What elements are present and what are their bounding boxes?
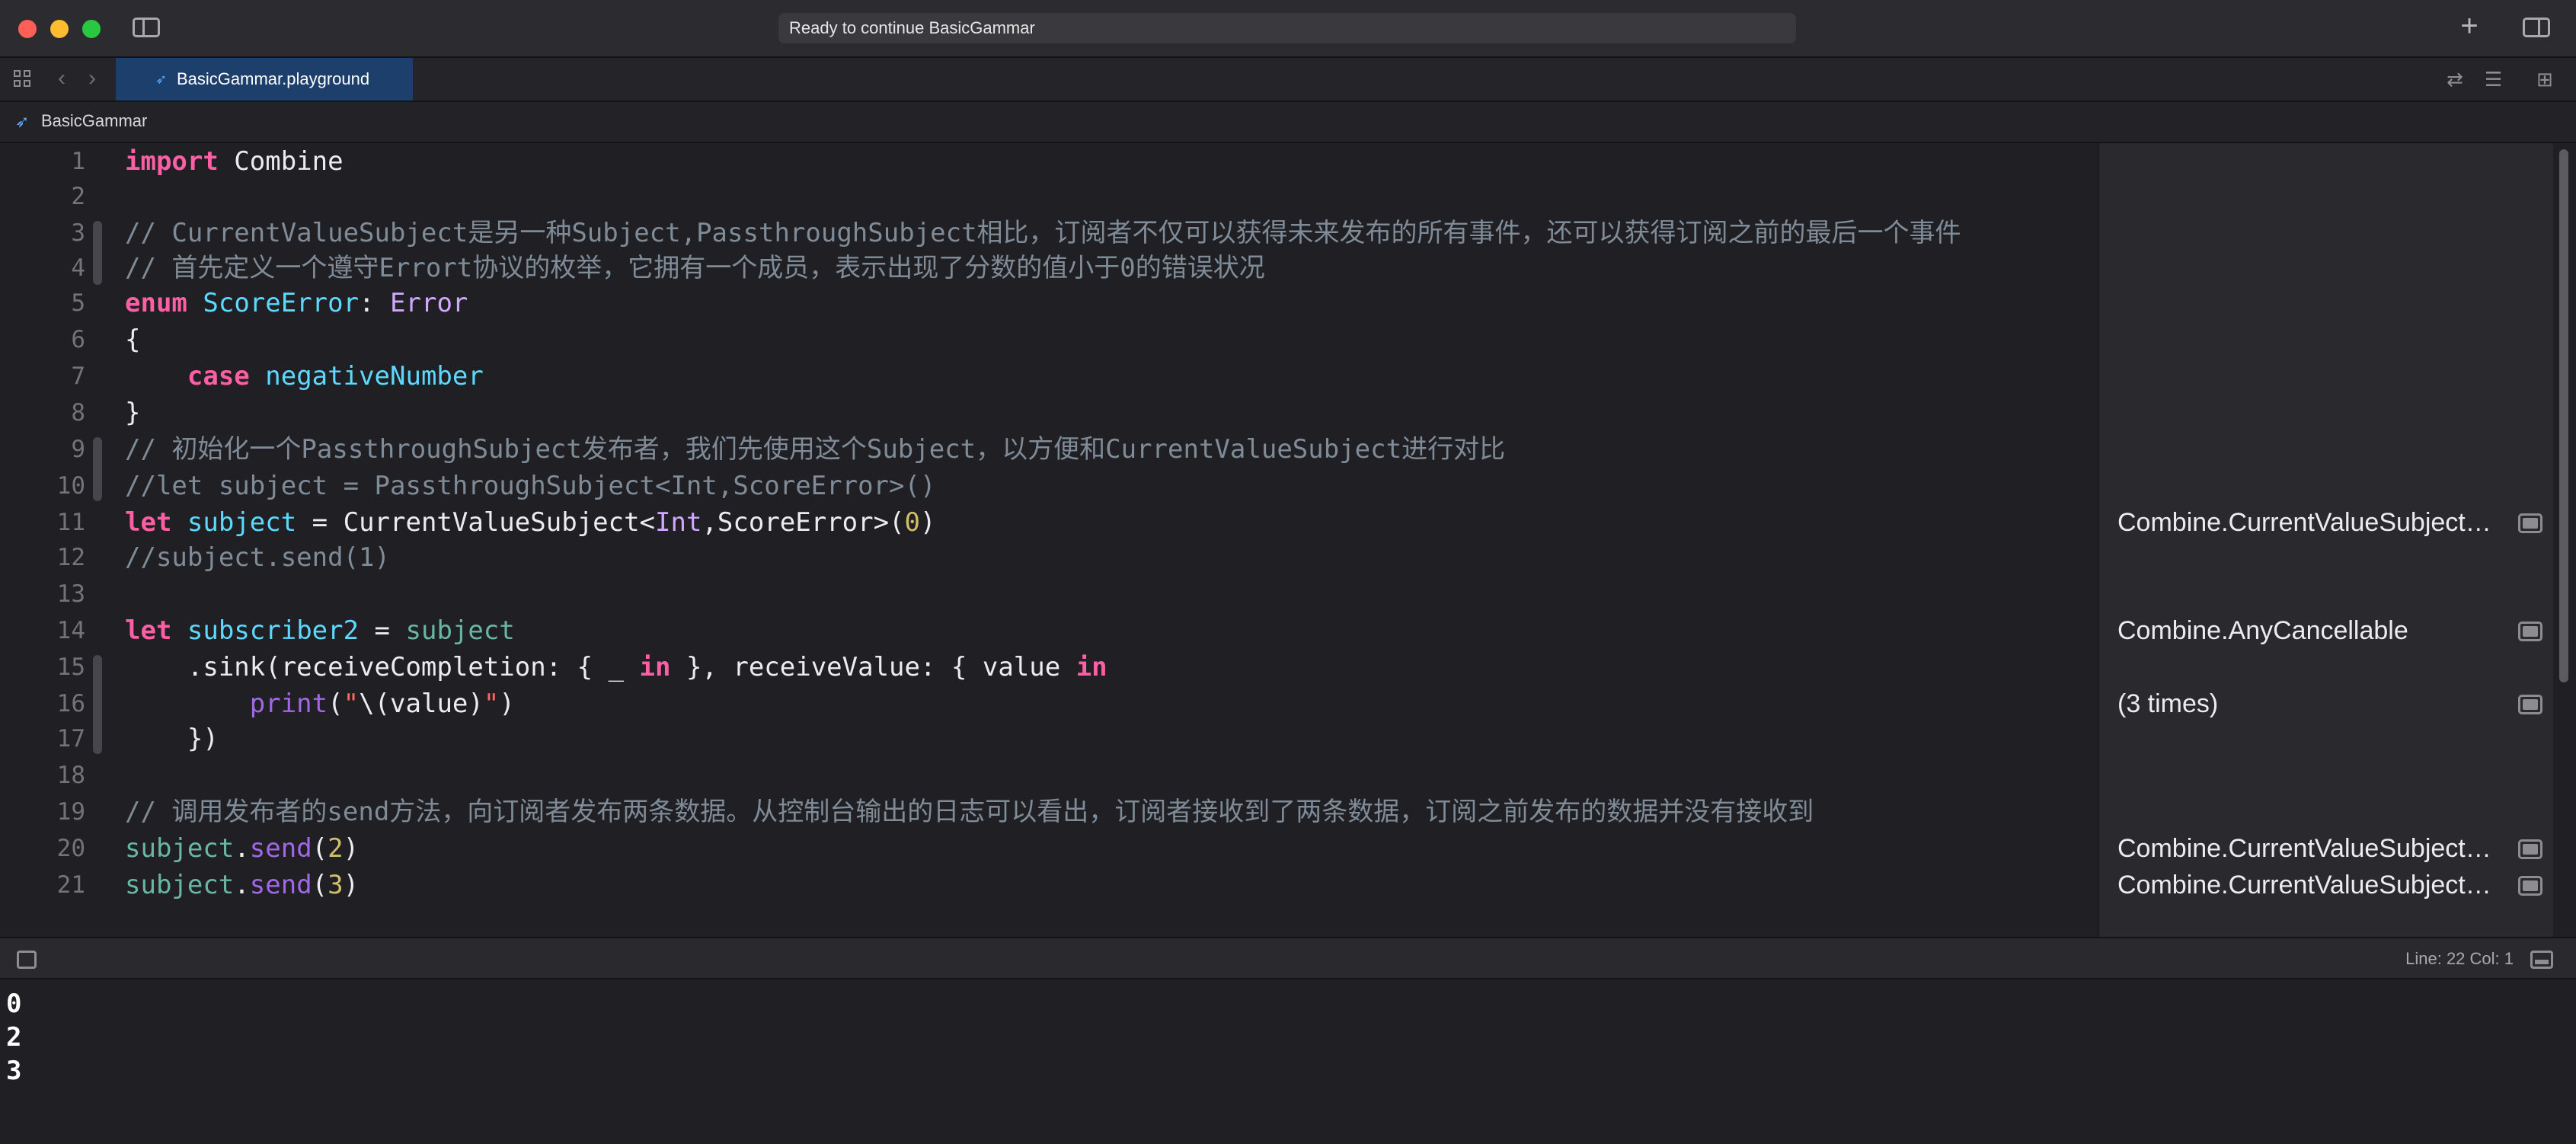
code-line-17: }) <box>187 724 219 754</box>
inspector-toggle-icon[interactable] <box>2523 18 2550 37</box>
line-number: 21 <box>56 871 85 899</box>
line-number: 10 <box>56 472 85 500</box>
line-number: 12 <box>56 544 85 571</box>
source-editor[interactable]: 1 2 3 4 5 6 7 8 9 10 11 12 13 14 15 16 1… <box>0 143 2098 937</box>
result-row: Combine.CurrentValueSubject<Int, ScoreEr… <box>2108 867 2550 903</box>
code-line-8: } <box>125 398 141 428</box>
add-editor-icon[interactable]: ⊞ <box>2536 67 2553 91</box>
result-row: Combine.CurrentValueSubject<Int, ScoreEr… <box>2108 504 2550 541</box>
code-line-11: let subject = CurrentValueSubject<Int,Sc… <box>125 507 936 538</box>
line-number: 7 <box>71 363 85 390</box>
line-number: 17 <box>56 725 85 753</box>
debug-bar: Line: 22 Col: 1 <box>0 937 2576 979</box>
console-toggle-icon[interactable] <box>2530 951 2553 969</box>
code-line-1: import Combine <box>125 146 344 177</box>
vertical-scrollbar[interactable] <box>2553 143 2576 937</box>
editor-options-icon[interactable]: ☰ <box>2485 67 2502 91</box>
chevron-right-icon[interactable]: › <box>88 66 96 91</box>
result-value: Combine.CurrentValueSubject<Int, ScoreEr… <box>2117 871 2504 900</box>
window-titlebar: Ready to continue BasicGammar + <box>0 0 2576 58</box>
swift-icon: ➶ <box>155 72 168 87</box>
code-line-21: subject.send(3) <box>125 870 360 900</box>
line-number: 4 <box>71 254 85 282</box>
result-row: (3 times) <box>2108 685 2550 722</box>
code-fold-ribbon[interactable] <box>93 437 102 501</box>
code-line-7: case negativeNumber <box>187 361 484 391</box>
console-line: 3 <box>6 1056 22 1086</box>
console-output[interactable]: 0 2 3 <box>0 979 2576 1144</box>
line-number: 14 <box>56 617 85 644</box>
code-line-12: //subject.send(1) <box>125 542 390 573</box>
breadcrumb-item[interactable]: BasicGammar <box>41 102 147 140</box>
result-value: Combine.CurrentValueSubject<Int, ScoreEr… <box>2117 834 2504 863</box>
line-number: 2 <box>71 183 85 210</box>
zoom-window-icon[interactable] <box>82 20 101 38</box>
line-number: 1 <box>71 148 85 175</box>
code-line-5: enum ScoreError: Error <box>125 288 468 318</box>
code-line-15: .sink(receiveCompletion: { _ in }, recei… <box>187 652 1107 682</box>
result-value: (3 times) <box>2117 689 2219 718</box>
code-line-19: // 调用发布者的send方法，向订阅者发布两条数据。从控制台输出的日志可以看出… <box>125 797 1814 827</box>
close-window-icon[interactable] <box>18 20 37 38</box>
navigator-sidebar-toggle-icon[interactable] <box>133 18 160 37</box>
result-row: Combine.CurrentValueSubject<Int, ScoreEr… <box>2108 830 2550 867</box>
line-number: 11 <box>56 509 85 536</box>
code-line-20: subject.send(2) <box>125 833 360 864</box>
console-line: 0 <box>6 989 22 1019</box>
quick-look-icon[interactable] <box>2518 695 2542 714</box>
code-line-3: // CurrentValueSubject是另一种Subject,Passth… <box>125 218 1961 248</box>
result-value: Combine.AnyCancellable <box>2117 616 2408 645</box>
results-sidebar: Combine.CurrentValueSubject<Int, ScoreEr… <box>2098 143 2553 937</box>
quick-look-icon[interactable] <box>2518 876 2542 896</box>
breadcrumb: ➶ BasicGammar <box>0 102 2576 143</box>
quick-look-icon[interactable] <box>2518 513 2542 533</box>
code-line-6: { <box>125 324 141 355</box>
quick-look-icon[interactable] <box>2518 622 2542 641</box>
line-number: 8 <box>71 399 85 427</box>
console-line: 2 <box>6 1022 22 1053</box>
swift-icon: ➶ <box>15 112 30 131</box>
line-number: 20 <box>56 835 85 862</box>
result-row: Combine.AnyCancellable <box>2108 612 2550 649</box>
line-number: 6 <box>71 326 85 353</box>
tab-basicgammar-playground[interactable]: ➶ BasicGammar.playground <box>116 58 413 101</box>
line-number: 19 <box>56 798 85 826</box>
line-number: 15 <box>56 653 85 681</box>
result-value: Combine.CurrentValueSubject<Int, ScoreEr… <box>2117 508 2504 537</box>
code-line-9: // 初始化一个PassthroughSubject发布者，我们先使用这个Sub… <box>125 434 1506 465</box>
code-line-16: print("\(value)") <box>249 689 515 719</box>
line-number: 3 <box>71 219 85 247</box>
cursor-position: Line: 22 Col: 1 <box>2405 949 2514 968</box>
grid-icon[interactable] <box>14 70 32 88</box>
tab-bar: ‹ › ➶ BasicGammar.playground ⇄ ☰ ⊞ <box>0 58 2576 102</box>
code-fold-ribbon[interactable] <box>93 655 102 754</box>
activity-status: Ready to continue BasicGammar <box>778 13 1796 43</box>
quick-look-icon[interactable] <box>2518 839 2542 859</box>
line-number: 18 <box>56 762 85 789</box>
line-number: 9 <box>71 436 85 463</box>
line-number: 5 <box>71 289 85 317</box>
line-number: 13 <box>56 580 85 608</box>
chevron-left-icon[interactable]: ‹ <box>58 66 66 91</box>
code-line-4: // 首先定义一个遵守Errort协议的枚举，它拥有一个成员，表示出现了分数的值… <box>125 253 1265 283</box>
scrollbar-thumb[interactable] <box>2559 149 2568 682</box>
code-line-10: //let subject = PassthroughSubject<Int,S… <box>125 471 936 501</box>
code-fold-ribbon[interactable] <box>93 221 102 285</box>
line-number-gutter: 1 2 3 4 5 6 7 8 9 10 11 12 13 14 15 16 1… <box>0 143 107 937</box>
tab-label: BasicGammar.playground <box>177 69 370 88</box>
swap-arrows-icon[interactable]: ⇄ <box>2447 67 2463 91</box>
debug-area-toggle-icon[interactable] <box>17 951 37 969</box>
minimize-window-icon[interactable] <box>50 20 69 38</box>
code-line-14: let subscriber2 = subject <box>125 615 515 646</box>
plus-icon[interactable]: + <box>2454 11 2485 41</box>
line-number: 16 <box>56 690 85 717</box>
